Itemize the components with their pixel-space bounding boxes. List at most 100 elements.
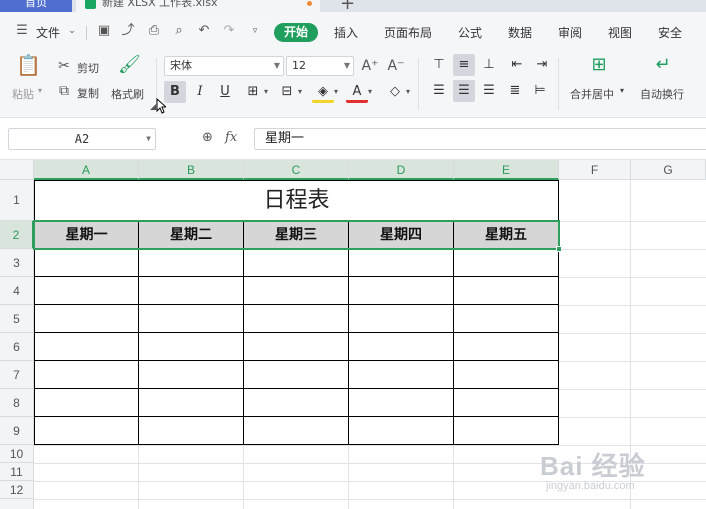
cell-a9[interactable] xyxy=(34,416,139,445)
column-header-d[interactable]: D xyxy=(349,160,454,180)
decrease-font-icon[interactable]: A⁻ xyxy=(386,57,406,75)
cell-e9[interactable] xyxy=(453,416,559,445)
cell-d9[interactable] xyxy=(348,416,454,445)
save-icon[interactable]: ▣ xyxy=(96,23,112,39)
merge-center-icon[interactable]: ⊞ xyxy=(588,56,610,74)
menu-insert[interactable]: 插入 xyxy=(334,24,358,41)
row-header-8[interactable]: 8 xyxy=(0,389,34,417)
cell-c9[interactable] xyxy=(243,416,349,445)
cell-d6[interactable] xyxy=(348,332,454,361)
cell-e2[interactable]: 星期五 xyxy=(453,221,559,249)
cell-c5[interactable] xyxy=(243,304,349,333)
zoom-icon[interactable]: ⊕ xyxy=(202,130,213,145)
align-left-icon[interactable]: ☰ xyxy=(428,80,450,102)
paste-button[interactable]: 粘贴 xyxy=(12,86,34,102)
menu-formulas[interactable]: 公式 xyxy=(458,24,482,41)
cell-d4[interactable] xyxy=(348,276,454,305)
align-center-icon[interactable]: ☰ xyxy=(453,80,475,102)
cell-e8[interactable] xyxy=(453,388,559,417)
name-box[interactable]: A2 ▼ xyxy=(8,128,156,150)
cell-b4[interactable] xyxy=(138,276,244,305)
cell-c6[interactable] xyxy=(243,332,349,361)
cell-b6[interactable] xyxy=(138,332,244,361)
wrap-text-icon[interactable]: ↵ xyxy=(652,56,674,74)
chevron-down-icon[interactable]: ▾ xyxy=(368,83,372,101)
cell-format-icon[interactable]: ⊟ xyxy=(276,81,298,103)
row-header-1[interactable]: 1 xyxy=(0,180,34,221)
cell-e3[interactable] xyxy=(453,248,559,277)
chevron-down-icon[interactable]: ▾ xyxy=(406,83,410,101)
fill-color-icon[interactable]: ◈ xyxy=(312,81,334,103)
hamburger-menu-icon[interactable]: ☰ xyxy=(14,23,30,39)
cell-a8[interactable] xyxy=(34,388,139,417)
cell-c2[interactable]: 星期三 xyxy=(243,221,349,249)
menu-data[interactable]: 数据 xyxy=(508,24,532,41)
cell-a4[interactable] xyxy=(34,276,139,305)
align-bottom-icon[interactable]: ⊥ xyxy=(478,54,500,76)
column-header-g[interactable]: G xyxy=(631,160,706,180)
column-header-f[interactable]: F xyxy=(559,160,631,180)
cell-c3[interactable] xyxy=(243,248,349,277)
italic-button[interactable]: I xyxy=(189,81,211,103)
row-header-7[interactable]: 7 xyxy=(0,361,34,389)
row-header-9[interactable]: 9 xyxy=(0,417,34,445)
sheet-title-cell[interactable]: 日程表 xyxy=(34,180,559,221)
paste-dropdown-icon[interactable]: ▾ xyxy=(38,86,42,95)
cell-e4[interactable] xyxy=(453,276,559,305)
chevron-down-icon[interactable]: ▾ xyxy=(334,83,338,101)
cell-b7[interactable] xyxy=(138,360,244,389)
cell-a2[interactable]: 星期一 xyxy=(34,221,139,249)
clear-format-icon[interactable]: ◇ xyxy=(384,81,406,103)
format-painter-button[interactable]: 格式刷 xyxy=(111,86,144,102)
cell-d7[interactable] xyxy=(348,360,454,389)
cell-a7[interactable] xyxy=(34,360,139,389)
cell-c7[interactable] xyxy=(243,360,349,389)
column-header-c[interactable]: C xyxy=(244,160,349,180)
align-top-icon[interactable]: ⊤ xyxy=(428,54,450,76)
row-header-12[interactable]: 12 xyxy=(0,481,34,499)
cell-b5[interactable] xyxy=(138,304,244,333)
format-painter-icon[interactable]: 🖌 xyxy=(118,56,141,74)
formula-input[interactable]: 星期一 xyxy=(254,128,706,150)
customize-toolbar-icon[interactable]: ▿ xyxy=(247,23,263,39)
fx-icon[interactable]: fx xyxy=(225,130,237,145)
tab-home[interactable]: 首页 xyxy=(0,0,72,12)
cell-d8[interactable] xyxy=(348,388,454,417)
new-tab-button[interactable]: + xyxy=(340,0,355,12)
cell-d5[interactable] xyxy=(348,304,454,333)
cell-a5[interactable] xyxy=(34,304,139,333)
cell-e7[interactable] xyxy=(453,360,559,389)
row-header-6[interactable]: 6 xyxy=(0,333,34,361)
wrap-text-button[interactable]: 自动换行 xyxy=(640,86,684,102)
chevron-down-icon[interactable]: ▾ xyxy=(620,86,624,95)
menu-page-layout[interactable]: 页面布局 xyxy=(384,24,432,41)
align-middle-icon[interactable]: ≡ xyxy=(453,54,475,76)
font-color-icon[interactable]: A xyxy=(346,81,368,103)
menu-security[interactable]: 安全 xyxy=(658,24,682,41)
align-right-icon[interactable]: ☰ xyxy=(478,80,500,102)
merge-center-button[interactable]: 合并居中 xyxy=(570,86,614,102)
paste-icon[interactable]: 📋 xyxy=(16,55,41,80)
column-header-a[interactable]: A xyxy=(34,160,139,180)
cell-a3[interactable] xyxy=(34,248,139,277)
row-header-10[interactable]: 10 xyxy=(0,445,34,463)
cell-c8[interactable] xyxy=(243,388,349,417)
redo-icon[interactable]: ↷ xyxy=(221,23,237,39)
scissors-icon[interactable]: ✂ xyxy=(56,57,72,75)
export-pdf-icon[interactable]: ⤴ xyxy=(120,23,136,39)
underline-button[interactable]: U xyxy=(214,81,236,103)
justify-icon[interactable]: ≣ xyxy=(504,80,526,102)
row-header-11[interactable]: 11 xyxy=(0,463,34,481)
row-header-2[interactable]: 2 xyxy=(0,221,34,249)
cell-b2[interactable]: 星期二 xyxy=(138,221,244,249)
row-header-4[interactable]: 4 xyxy=(0,277,34,305)
copy-button[interactable]: 复制 xyxy=(77,85,99,101)
menu-review[interactable]: 审阅 xyxy=(558,24,582,41)
cell-b9[interactable] xyxy=(138,416,244,445)
cell-e5[interactable] xyxy=(453,304,559,333)
bold-button[interactable]: B xyxy=(164,81,186,103)
font-name-select[interactable]: 宋体 ▼ xyxy=(164,56,284,76)
menu-view[interactable]: 视图 xyxy=(608,24,632,41)
cell-d3[interactable] xyxy=(348,248,454,277)
cell-d2[interactable]: 星期四 xyxy=(348,221,454,249)
